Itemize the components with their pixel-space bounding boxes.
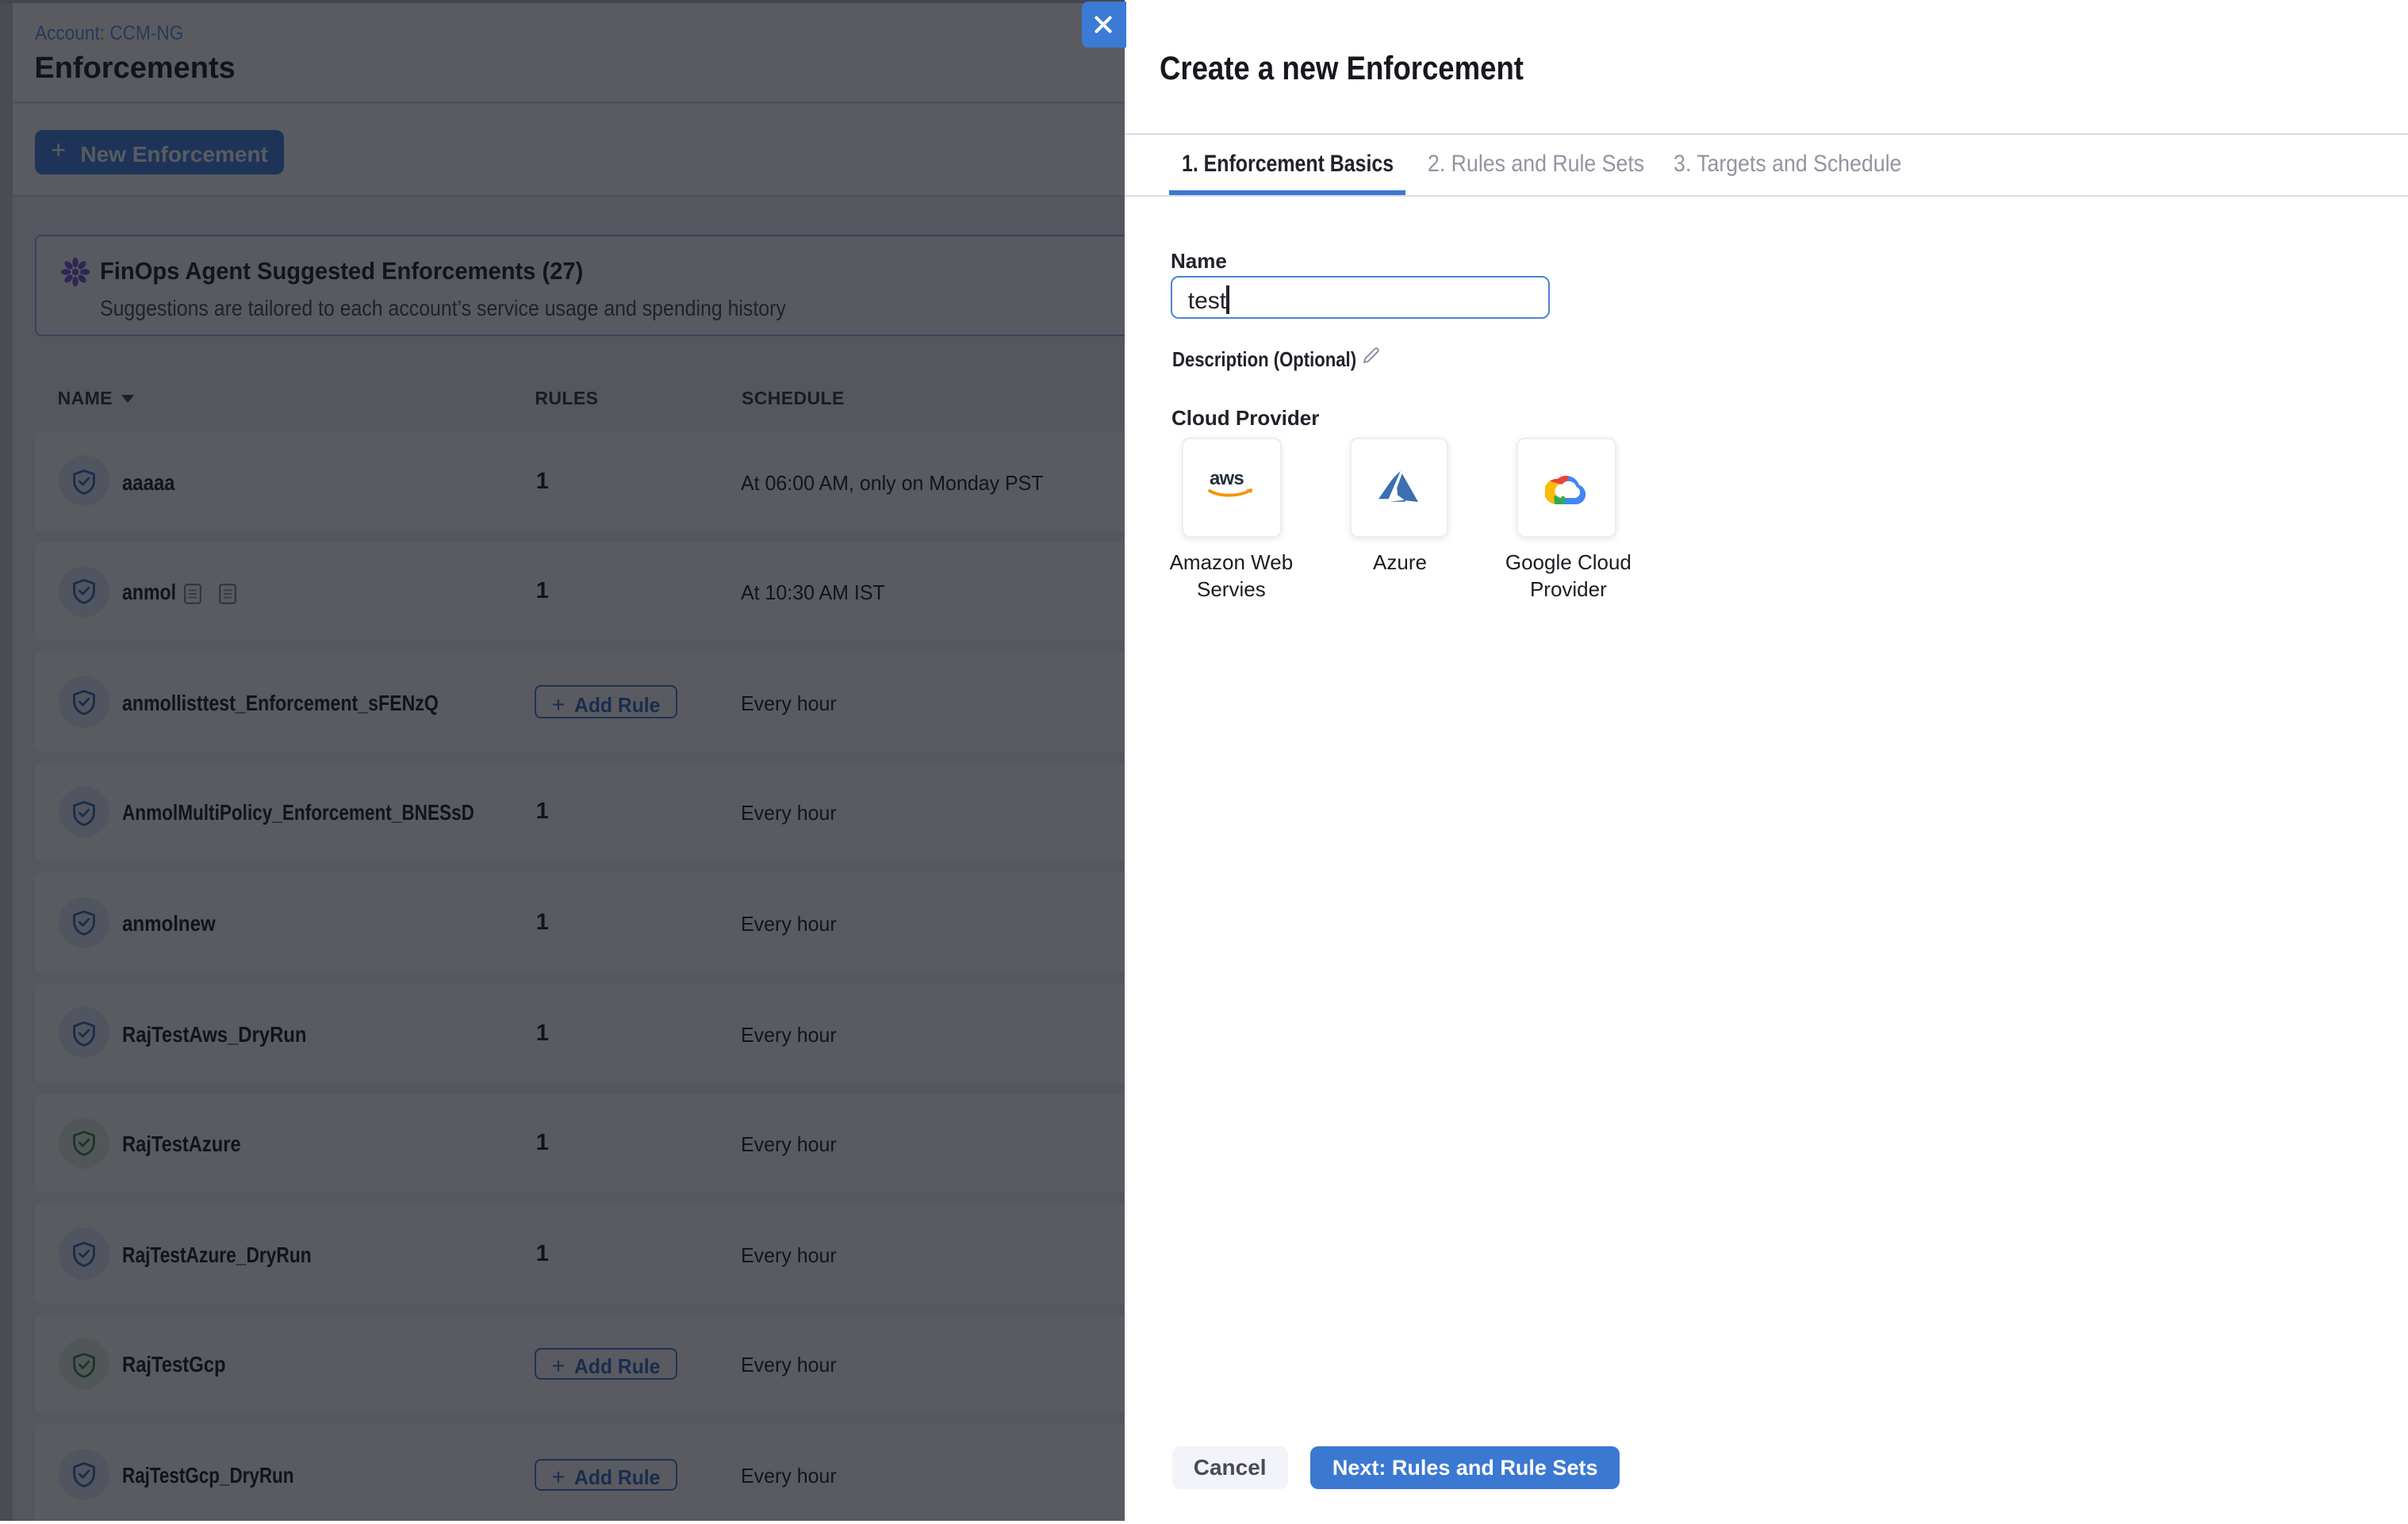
svg-text:aws: aws	[1209, 468, 1243, 489]
